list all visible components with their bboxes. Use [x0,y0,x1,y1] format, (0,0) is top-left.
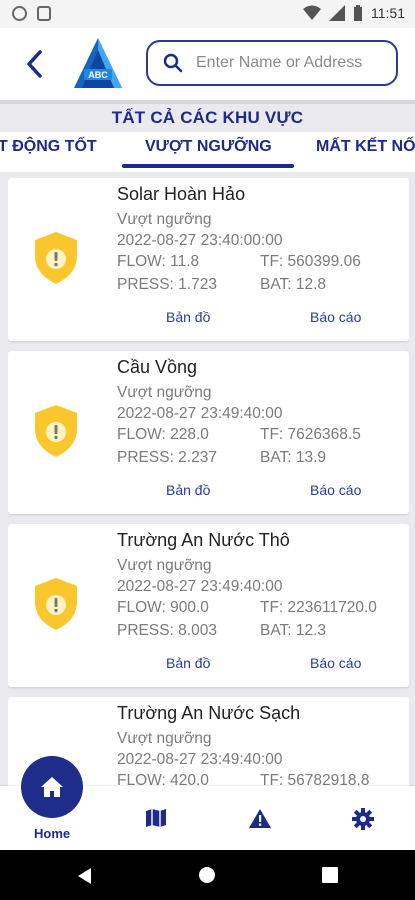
station-bat: BAT: 12.8 [260,276,327,293]
station-tf: TF: 223611720.0 [260,599,377,616]
system-navigation-bar [0,850,415,900]
signal-icon [329,5,345,21]
station-tf: TF: 7626368.5 [260,426,361,443]
station-press: PRESS: 8.003 [117,622,217,639]
tab-hoat-dong-tot[interactable]: T ĐỘNG TỐT [0,138,97,156]
notification-dot-icon [12,6,27,21]
report-link[interactable]: Báo cáo [310,655,361,671]
system-recents-icon[interactable] [322,867,338,883]
map-link[interactable]: Bản đồ [166,309,210,325]
tab-vuot-nguong[interactable]: VƯỢT NGƯỠNG [145,138,272,156]
station-card[interactable]: Trường An Nước Thô Vượt ngưỡng 2022-08-2… [8,524,409,687]
map-link[interactable]: Bản đồ [166,482,210,498]
station-card[interactable]: Solar Hoàn Hảo Vượt ngưỡng 2022-08-27 23… [8,178,409,341]
warning-shield-icon [35,578,77,630]
battery-icon [354,5,362,21]
status-icons-right: 11:51 [303,5,405,21]
settings-icon[interactable] [352,808,374,830]
station-bat: BAT: 13.9 [260,449,327,466]
active-tab-indicator [122,164,294,168]
station-datetime: 2022-08-27 23:49:40:00 [117,578,283,595]
station-flow: FLOW: 900.0 [117,599,209,616]
system-back-icon[interactable] [76,867,92,885]
system-home-icon[interactable] [198,866,216,884]
station-tf: TF: 560399.06 [260,253,361,270]
station-bat: BAT: 12.3 [260,622,327,639]
warning-icon[interactable] [248,808,272,829]
station-datetime: 2022-08-27 23:49:40:00 [117,751,283,768]
station-list[interactable]: Solar Hoàn Hảo Vượt ngưỡng 2022-08-27 23… [8,178,409,790]
station-flow: FLOW: 228.0 [117,426,209,443]
wifi-icon [303,5,321,20]
storage-icon [37,6,51,21]
station-status: Vượt ngưỡng [117,730,212,747]
station-press: PRESS: 2.237 [117,449,217,466]
station-status: Vượt ngưỡng [117,211,212,228]
station-datetime: 2022-08-27 23:40:00:00 [117,232,283,249]
status-tabs: T ĐỘNG TỐT VƯỢT NGƯỠNG MẤT KẾT NỐ [0,132,415,172]
tab-mat-ket-noi[interactable]: MẤT KẾT NỐ [316,138,415,156]
logo-text: ABC [88,70,108,80]
report-link[interactable]: Báo cáo [310,309,361,325]
station-name: Trường An Nước Sạch [117,703,301,723]
station-status: Vượt ngưỡng [117,557,212,574]
station-datetime: 2022-08-27 23:49:40:00 [117,405,283,422]
station-press: PRESS: 1.723 [117,276,217,293]
station-status: Vượt ngưỡng [117,384,212,401]
status-time: 11:51 [371,5,405,21]
map-icon[interactable] [145,808,167,828]
status-bar: 11:51 [0,0,415,28]
home-button[interactable] [21,756,83,818]
status-icons-left [12,6,51,21]
report-link[interactable]: Báo cáo [310,482,361,498]
abc-logo: ABC [74,38,122,88]
section-title: TẤT CẢ CÁC KHU VỰC [111,108,304,127]
station-name: Cầu Vồng [117,357,198,377]
back-arrow-icon[interactable] [24,48,46,80]
map-link[interactable]: Bản đồ [166,655,210,671]
search-icon [163,53,183,73]
warning-shield-icon [35,232,77,284]
home-label[interactable]: Home [34,826,70,841]
warning-shield-icon [35,405,77,457]
station-name: Solar Hoàn Hảo [117,184,246,204]
station-card[interactable]: Cầu Vồng Vượt ngưỡng 2022-08-27 23:49:40… [8,351,409,514]
search-input[interactable] [196,51,386,75]
app-header: ABC [0,28,415,100]
search-box[interactable] [146,40,398,86]
home-icon [41,777,63,797]
station-name: Trường An Nước Thô [117,530,290,550]
station-flow: FLOW: 11.8 [117,253,200,270]
header-divider [0,100,415,104]
